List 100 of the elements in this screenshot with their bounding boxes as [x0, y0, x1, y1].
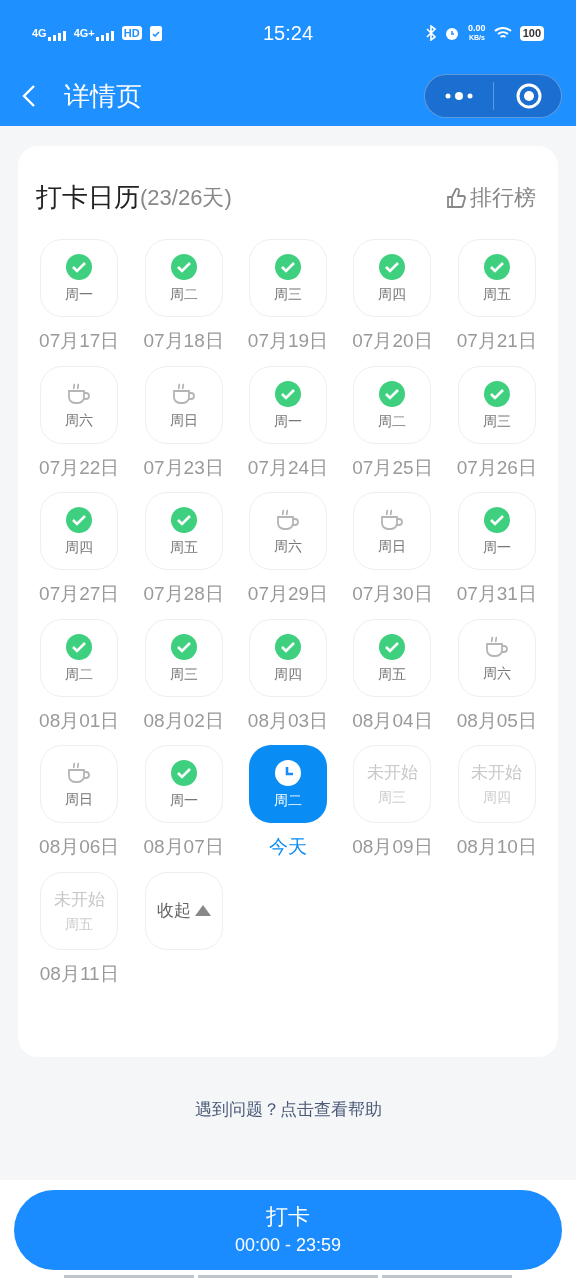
- weekday-label: 周二: [274, 792, 302, 808]
- weekday-label: 周一: [482, 539, 511, 555]
- coffee-cup-icon: [275, 508, 301, 532]
- day-tile[interactable]: 周五: [144, 492, 223, 570]
- day-tile[interactable]: 周二: [144, 239, 223, 317]
- help-link[interactable]: 遇到问题？点击查看帮助: [0, 1097, 576, 1123]
- signal-icon: [47, 31, 66, 42]
- day-tile[interactable]: 周日: [40, 745, 119, 823]
- weekday-label: 周五: [482, 286, 511, 302]
- date-label: 08月01日: [39, 708, 120, 733]
- day-tile[interactable]: 周三: [249, 239, 327, 317]
- date-label: 07月26日: [456, 455, 537, 480]
- date-label: 08月07日: [143, 835, 224, 859]
- day-tile[interactable]: 周二: [40, 618, 119, 697]
- weekday-label: 周四: [65, 539, 94, 555]
- bluetooth-icon: [426, 25, 437, 41]
- day-tile[interactable]: 周一: [40, 239, 119, 317]
- day-tile[interactable]: 周日: [144, 365, 223, 444]
- check-icon: [275, 380, 301, 407]
- weekday-label: 周日: [378, 538, 407, 554]
- check-icon: [66, 633, 93, 660]
- alarm-icon: [444, 25, 461, 41]
- day-tile[interactable]: 周四: [249, 618, 327, 697]
- weekday-label: 周二: [169, 286, 198, 302]
- ranking-link[interactable]: 排行榜: [446, 181, 536, 214]
- day-tile[interactable]: 周三: [457, 365, 536, 444]
- day-tile[interactable]: 周二: [353, 365, 432, 444]
- weekday-label: 周日: [65, 791, 94, 807]
- date-label: 08月10日: [456, 835, 537, 859]
- today-label: 今天: [269, 835, 307, 859]
- weekday-label: 周一: [169, 792, 198, 808]
- weekday-label: 周一: [65, 286, 94, 302]
- clock-icon: [275, 760, 301, 786]
- check-icon: [275, 633, 301, 660]
- day-tile[interactable]: 周一: [457, 492, 536, 570]
- date-label: 08月02日: [143, 708, 224, 733]
- network-type: 4G+: [73, 25, 95, 41]
- signal-icon: [95, 31, 114, 42]
- day-tile[interactable]: 周一: [249, 365, 327, 444]
- day-tile[interactable]: 周六: [40, 365, 119, 444]
- collapse-button[interactable]: 收起: [144, 871, 223, 950]
- date-label: 07月17日: [39, 329, 120, 353]
- day-tile[interactable]: 周五: [457, 239, 536, 317]
- day-tile[interactable]: 周六: [249, 492, 327, 570]
- date-label: 08月05日: [456, 708, 537, 733]
- weekday-label: 周四: [378, 286, 407, 302]
- weekday-label: 周三: [482, 412, 511, 429]
- date-label: 07月23日: [143, 455, 224, 480]
- weekday-label: 周三: [169, 665, 198, 682]
- check-icon: [483, 507, 510, 533]
- more-icon[interactable]: [445, 91, 473, 101]
- network-type: 4G: [32, 25, 47, 41]
- day-tile[interactable]: 周三: [144, 618, 223, 697]
- check-icon: [275, 254, 301, 280]
- battery-indicator: 100: [519, 25, 544, 41]
- date-label: 07月19日: [247, 329, 329, 353]
- date-label: 08月06日: [39, 835, 120, 859]
- day-tile[interactable]: 周六: [457, 618, 536, 697]
- date-label: 07月24日: [247, 455, 329, 480]
- check-icon: [170, 633, 197, 660]
- caret-up-icon: [194, 905, 211, 916]
- day-tile[interactable]: 周二: [249, 745, 327, 823]
- clipboard-check-icon: [149, 25, 162, 41]
- weekday-label: 周二: [378, 412, 407, 429]
- date-label: 08月03日: [247, 708, 329, 733]
- checkin-count: (23/26天): [140, 184, 232, 212]
- wifi-icon: [493, 26, 512, 40]
- coffee-cup-icon: [66, 381, 93, 406]
- date-label: 07月29日: [247, 582, 329, 606]
- weekday-label: 周六: [65, 411, 94, 428]
- weekday-label: 周六: [482, 664, 511, 681]
- date-label: 07月20日: [352, 329, 433, 353]
- date-label: 07月30日: [352, 582, 433, 606]
- weekday-label: 周三: [274, 286, 302, 302]
- back-icon[interactable]: [22, 84, 36, 108]
- day-tile[interactable]: 周一: [144, 745, 223, 823]
- date-label: 08月11日: [39, 961, 119, 986]
- thumbs-up-icon: [446, 186, 466, 209]
- date-label: 07月21日: [456, 329, 537, 353]
- day-tile[interactable]: 周四: [40, 492, 119, 570]
- check-icon: [66, 507, 93, 533]
- check-icon: [483, 254, 510, 280]
- date-label: 07月31日: [456, 582, 537, 606]
- date-label: 07月28日: [143, 582, 224, 606]
- calendar-title: 打卡日历: [36, 181, 140, 214]
- checkin-button[interactable]: 打卡 00:00 - 23:59: [14, 1190, 562, 1270]
- coffee-cup-icon: [379, 508, 406, 532]
- check-icon: [379, 254, 406, 280]
- hd-indicator: HD: [121, 26, 142, 40]
- date-label: 07月22日: [39, 455, 120, 480]
- date-label: 07月25日: [352, 455, 433, 480]
- day-tile[interactable]: 周日: [353, 492, 432, 570]
- status-time: 15:24: [262, 21, 314, 46]
- day-tile[interactable]: 周四: [353, 239, 432, 317]
- check-icon: [170, 507, 197, 533]
- day-tile[interactable]: 周五: [353, 618, 432, 697]
- weekday-label: 周五: [169, 539, 198, 555]
- weekday-label: 周日: [169, 411, 198, 428]
- close-mini-program-icon[interactable]: [516, 83, 542, 109]
- weekday-label: 周五: [378, 665, 407, 682]
